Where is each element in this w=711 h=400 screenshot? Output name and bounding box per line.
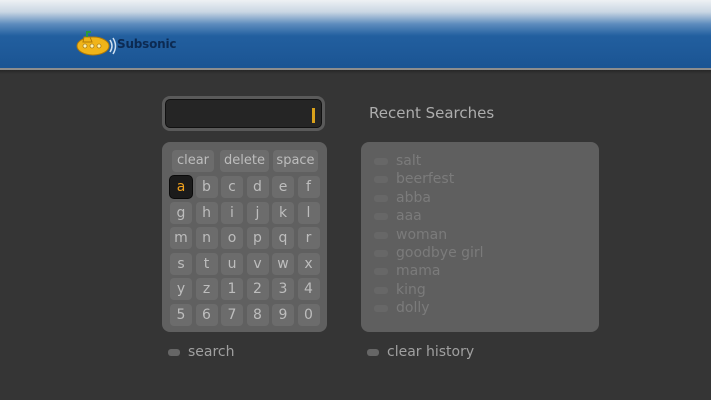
key-o[interactable]: o	[221, 227, 243, 250]
clear-key[interactable]: clear	[172, 150, 214, 172]
key-x[interactable]: x	[297, 252, 320, 275]
bullet-icon	[374, 267, 388, 275]
recent-search-item[interactable]: beerfest	[374, 170, 454, 188]
key-v[interactable]: v	[246, 252, 269, 275]
key-i[interactable]: i	[221, 201, 243, 224]
clear-history-button[interactable]: clear history	[367, 344, 474, 360]
recent-search-label: mama	[396, 263, 441, 279]
key-5[interactable]: 5	[170, 304, 192, 326]
key-3[interactable]: 3	[272, 278, 294, 301]
app-name: Subsonic	[117, 37, 177, 51]
recent-search-item[interactable]: king	[374, 281, 426, 299]
delete-key[interactable]: delete	[220, 150, 269, 172]
recent-search-item[interactable]: goodbye girl	[374, 244, 484, 262]
bullet-icon	[374, 304, 388, 312]
key-z[interactable]: z	[195, 278, 218, 301]
recent-search-item[interactable]: abba	[374, 189, 431, 207]
key-m[interactable]: m	[170, 227, 192, 250]
key-c[interactable]: c	[221, 176, 243, 198]
key-u[interactable]: u	[221, 252, 243, 275]
key-2[interactable]: 2	[246, 278, 269, 301]
key-f[interactable]: f	[297, 176, 320, 198]
key-b[interactable]: b	[195, 176, 218, 198]
button-hint-icon	[168, 348, 180, 356]
key-s[interactable]: s	[170, 252, 192, 275]
bullet-icon	[374, 194, 388, 202]
key-r[interactable]: r	[297, 227, 320, 250]
key-y[interactable]: y	[170, 278, 192, 301]
recent-search-item[interactable]: mama	[374, 262, 440, 280]
recent-search-item[interactable]: aaa	[374, 207, 422, 225]
space-key[interactable]: space	[273, 150, 318, 172]
key-j[interactable]: j	[246, 201, 269, 224]
recent-search-label: goodbye girl	[396, 245, 484, 261]
key-k[interactable]: k	[272, 201, 294, 224]
key-d[interactable]: d	[246, 176, 269, 198]
recent-search-label: beerfest	[396, 171, 455, 187]
bullet-icon	[374, 175, 388, 183]
key-8[interactable]: 8	[246, 304, 269, 326]
key-t[interactable]: t	[195, 252, 218, 275]
recent-search-item[interactable]: dolly	[374, 299, 430, 317]
key-7[interactable]: 7	[221, 304, 243, 326]
search-input[interactable]	[162, 96, 325, 131]
header-divider	[0, 70, 711, 74]
bullet-icon	[374, 212, 388, 220]
recent-searches-title: Recent Searches	[369, 104, 495, 122]
key-0[interactable]: 0	[297, 304, 320, 326]
recent-search-item[interactable]: salt	[374, 152, 421, 170]
key-4[interactable]: 4	[297, 278, 320, 301]
recent-search-label: aaa	[396, 208, 422, 224]
key-a[interactable]: a	[170, 176, 192, 198]
recent-search-label: abba	[396, 190, 431, 206]
clear-history-label: clear history	[387, 344, 475, 360]
key-h[interactable]: h	[195, 201, 218, 224]
key-l[interactable]: l	[297, 201, 320, 224]
recent-search-label: dolly	[396, 300, 430, 316]
bullet-icon	[374, 249, 388, 257]
bullet-icon	[374, 157, 388, 165]
key-e[interactable]: e	[272, 176, 294, 198]
search-button[interactable]: search	[168, 344, 235, 360]
key-g[interactable]: g	[170, 201, 192, 224]
recent-search-label: king	[396, 282, 426, 298]
bullet-icon	[374, 286, 388, 294]
key-9[interactable]: 9	[272, 304, 294, 326]
button-hint-icon	[367, 348, 379, 356]
recent-searches-list: salt beerfest abba aaa woman goodbye gir…	[361, 142, 599, 332]
on-screen-keyboard: clear delete space abcdef ghijkl mnopqr stu…	[162, 142, 327, 332]
key-n[interactable]: n	[195, 227, 218, 250]
key-q[interactable]: q	[272, 227, 294, 250]
key-p[interactable]: p	[246, 227, 269, 250]
key-1[interactable]: 1	[221, 278, 243, 301]
bullet-icon	[374, 231, 388, 239]
text-caret	[312, 108, 315, 123]
recent-search-label: woman	[396, 227, 448, 243]
search-button-label: search	[188, 344, 235, 360]
recent-search-item[interactable]: woman	[374, 226, 447, 244]
key-6[interactable]: 6	[195, 304, 218, 326]
recent-search-label: salt	[396, 153, 422, 169]
key-w[interactable]: w	[272, 252, 294, 275]
